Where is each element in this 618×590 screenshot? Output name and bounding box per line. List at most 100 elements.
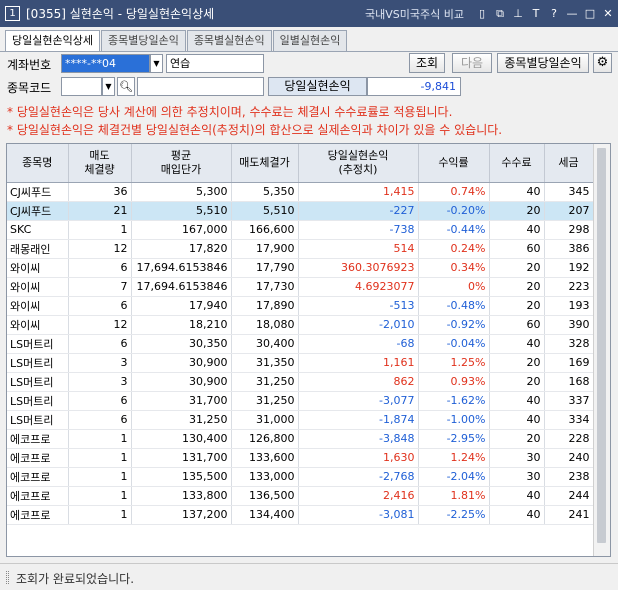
table-row[interactable]: 에코프로 1 135,500 133,000 -2,768 -2.04% 30 238 — [7, 467, 594, 487]
cell-fee: 40 — [489, 391, 545, 411]
cell-tax: 241 — [544, 505, 594, 525]
cell-sell: 18,080 — [231, 315, 299, 335]
title-bar: 1 [0355] 실현손익 - 당일실현손익상세 국내VS미국주식 비교 ▯ ⧉… — [0, 0, 618, 27]
cell-qty: 6 — [68, 258, 132, 278]
table-row[interactable]: 와이씨 12 18,210 18,080 -2,010 -0.92% 60 390 — [7, 315, 594, 335]
table-row[interactable]: LS머트리 3 30,900 31,350 1,161 1.25% 20 169 — [7, 353, 594, 373]
cell-qty: 3 — [68, 372, 132, 392]
cell-tax: 193 — [544, 296, 594, 316]
stock-code-input[interactable] — [61, 77, 102, 96]
cell-avg: 17,694.6153846 — [131, 258, 232, 278]
search-icon[interactable]: 🔍︎ — [117, 77, 135, 96]
cell-pnl: 1,161 — [298, 353, 419, 373]
tab-bar: 당일실현손익상세 종목별당일손익 종목별실현손익 일별실현손익 — [5, 30, 348, 52]
tab-daily-realized[interactable]: 일별실현손익 — [272, 30, 348, 51]
cell-rate: 1.25% — [418, 353, 490, 373]
table-row[interactable]: 와이씨 7 17,694.6153846 17,730 4.6923077 0% 20 223 — [7, 277, 594, 297]
status-bar: 조회가 완료되었습니다. — [0, 563, 618, 590]
table-row[interactable]: 와이씨 6 17,694.6153846 17,790 360.3076923 0.34%… — [7, 258, 594, 278]
table-row[interactable]: LS머트리 6 31,700 31,250 -3,077 -1.62% 40 337 — [7, 391, 594, 411]
stock-name-field — [137, 77, 264, 96]
column-header[interactable]: 당일실현손익 (추정치) — [298, 144, 419, 183]
query-button[interactable]: 조회 — [409, 53, 445, 73]
cell-sell: 133,600 — [231, 448, 299, 468]
stock-code-chevron-down-icon[interactable]: ▼ — [102, 77, 115, 96]
cell-qty: 6 — [68, 391, 132, 411]
table-row[interactable]: CJ씨푸드 36 5,300 5,350 1,415 0.74% 40 345 — [7, 182, 594, 202]
column-header[interactable]: 수익률 — [418, 144, 490, 183]
cell-qty: 3 — [68, 353, 132, 373]
cell-rate: -0.92% — [418, 315, 490, 335]
grip-icon — [6, 571, 9, 584]
next-button[interactable]: 다음 — [452, 53, 492, 73]
column-header[interactable]: 세금 — [544, 144, 594, 183]
column-header[interactable]: 종목명 — [7, 144, 69, 183]
cell-rate: -0.44% — [418, 220, 490, 240]
tab-daily-realized-detail[interactable]: 당일실현손익상세 — [5, 30, 100, 52]
cell-qty: 1 — [68, 486, 132, 506]
tab-realized-by-stock[interactable]: 종목별실현손익 — [186, 30, 272, 51]
cell-sell: 133,000 — [231, 467, 299, 487]
tab-daily-by-stock[interactable]: 종목별당일손익 — [100, 30, 186, 51]
daily-pnl-label: 당일실현손익 — [268, 77, 367, 96]
column-header[interactable]: 매도체결가 — [231, 144, 299, 183]
pin-icon[interactable]: ⊥ — [510, 6, 526, 22]
table-row[interactable]: 에코프로 1 133,800 136,500 2,416 1.81% 40 244 — [7, 486, 594, 506]
by-stock-button[interactable]: 종목별당일손익 — [497, 53, 589, 73]
cell-avg: 5,300 — [131, 182, 232, 202]
cell-name: 와이씨 — [7, 296, 69, 316]
table-row[interactable]: 에코프로 1 131,700 133,600 1,630 1.24% 30 240 — [7, 448, 594, 468]
account-name-field: 연습 — [166, 54, 264, 73]
window-title: [0355] 실현손익 - 당일실현손익상세 — [26, 7, 215, 21]
cell-rate: 1.24% — [418, 448, 490, 468]
account-number-input[interactable]: ****-**04 — [61, 54, 150, 73]
settings-gear-icon[interactable]: ⚙ — [593, 53, 612, 73]
cell-name: 에코프로 — [7, 467, 69, 487]
document-icon[interactable]: ▯ — [474, 6, 490, 22]
cell-name: CJ씨푸드 — [7, 182, 69, 202]
cell-tax: 328 — [544, 334, 594, 354]
font-size-icon[interactable]: T — [528, 6, 544, 22]
compare-link[interactable]: 국내VS미국주식 비교 — [365, 6, 464, 22]
title-bar-controls: 국내VS미국주식 비교 ▯ ⧉ ⊥ T ? — □ ✕ — [365, 6, 618, 22]
column-header[interactable]: 수수료 — [489, 144, 545, 183]
table-row[interactable]: LS머트리 6 31,250 31,000 -1,874 -1.00% 40 334 — [7, 410, 594, 430]
cell-tax: 240 — [544, 448, 594, 468]
cell-fee: 20 — [489, 258, 545, 278]
note-estimate: * 당일실현손익은 당사 계산에 의한 추정치이며, 수수료는 체결시 수수료률… — [7, 105, 453, 119]
table-row[interactable]: LS머트리 3 30,900 31,250 862 0.93% 20 168 — [7, 372, 594, 392]
scrollbar-thumb[interactable] — [597, 148, 606, 543]
cell-name: 와이씨 — [7, 258, 69, 278]
cell-pnl: -3,848 — [298, 429, 419, 449]
cell-sell: 31,250 — [231, 391, 299, 411]
help-icon[interactable]: ? — [546, 6, 562, 22]
vertical-scrollbar[interactable] — [593, 144, 610, 556]
data-table: 종목명 매도 체결량 평균 매입단가 매도체결가 당일실현손익 (추정치) 수익… — [7, 144, 594, 525]
column-header[interactable]: 평균 매입단가 — [131, 144, 232, 183]
cell-qty: 1 — [68, 448, 132, 468]
restore-window-icon[interactable]: ⧉ — [492, 6, 508, 22]
table-row[interactable]: 래몽래인 12 17,820 17,900 514 0.24% 60 386 — [7, 239, 594, 259]
cell-qty: 1 — [68, 467, 132, 487]
cell-tax: 337 — [544, 391, 594, 411]
table-row[interactable]: 에코프로 1 137,200 134,400 -3,081 -2.25% 40 241 — [7, 505, 594, 525]
cell-qty: 6 — [68, 296, 132, 316]
cell-name: 에코프로 — [7, 448, 69, 468]
close-icon[interactable]: ✕ — [600, 6, 616, 22]
cell-pnl: 4.6923077 — [298, 277, 419, 297]
table-row[interactable]: 에코프로 1 130,400 126,800 -3,848 -2.95% 20 228 — [7, 429, 594, 449]
table-row[interactable]: 와이씨 6 17,940 17,890 -513 -0.48% 20 193 — [7, 296, 594, 316]
cell-name: 래몽래인 — [7, 239, 69, 259]
table-row[interactable]: SKC 1 167,000 166,600 -738 -0.44% 40 298 — [7, 220, 594, 240]
cell-name: 에코프로 — [7, 429, 69, 449]
column-header[interactable]: 매도 체결량 — [68, 144, 132, 183]
cell-tax: 334 — [544, 410, 594, 430]
cell-rate: -1.62% — [418, 391, 490, 411]
account-dropdown-chevron-down-icon[interactable]: ▼ — [150, 54, 163, 73]
cell-fee: 60 — [489, 315, 545, 335]
table-row[interactable]: LS머트리 6 30,350 30,400 -68 -0.04% 40 328 — [7, 334, 594, 354]
maximize-icon[interactable]: □ — [582, 6, 598, 22]
table-row[interactable]: CJ씨푸드 21 5,510 5,510 -227 -0.20% 20 207 — [7, 201, 594, 221]
minimize-icon[interactable]: — — [564, 6, 580, 22]
cell-avg: 131,700 — [131, 448, 232, 468]
